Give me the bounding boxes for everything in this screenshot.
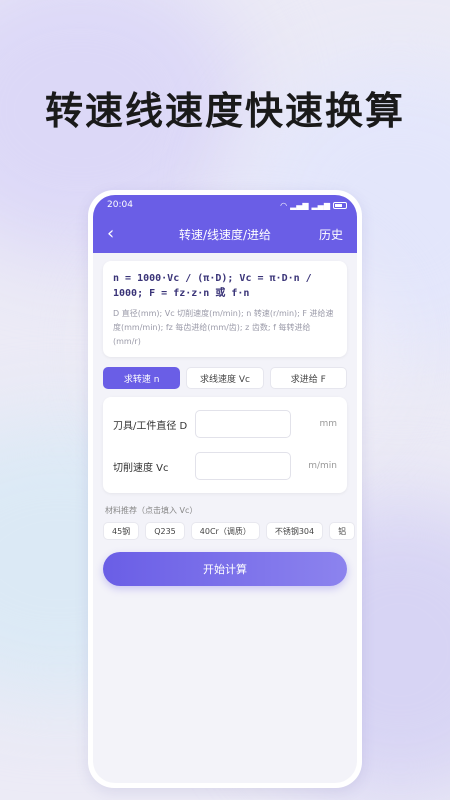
wifi-icon: ◠ [280,200,288,210]
cutting-speed-row: 切削速度 Vc m/min [113,447,337,485]
diameter-label: 刀具/工件直径 D [113,420,188,432]
formula-text: n = 1000·Vc / (π·D); Vc = π·D·n / 1000; … [113,273,312,299]
signal-icon-2: ▂▄▆ [311,200,330,210]
mode-tabs: 求转速 n 求线速度 Vc 求进给 F [103,367,347,389]
calculate-button[interactable]: 开始计算 [103,552,347,586]
battery-icon [333,201,347,209]
tab-rpm[interactable]: 求转速 n [103,367,181,389]
chevron-left-icon[interactable]: ‹ [107,225,114,243]
material-chip[interactable]: 不锈钢304 [265,522,324,540]
page-title: 转速/线速度/进给 [178,227,272,242]
material-chips: 45钢 Q235 40Cr（调质） 不锈钢304 铝 [103,522,357,540]
diameter-unit: mm [319,419,337,429]
tab-surface-speed[interactable]: 求线速度 Vc [186,367,264,389]
material-chip[interactable]: Q235 [145,522,185,540]
formula-card: n = 1000·Vc / (π·D); Vc = π·D·n / 1000; … [103,261,347,357]
formula-description: D 直径(mm); Vc 切削速度(m/min); n 转速(r/min); F… [113,309,334,346]
app-screen: 20:04 ◠ ▂▄▆ ▂▄▆ ‹ 转速/线速度/进给 历史 n = 1000·… [93,195,357,783]
cutting-speed-input[interactable] [195,452,291,480]
status-time: 20:04 [107,200,133,210]
tab-feed[interactable]: 求进给 F [269,367,347,389]
cutting-speed-unit: m/min [308,461,337,471]
material-chip[interactable]: 45钢 [103,522,140,540]
material-chip[interactable]: 铝 [329,522,356,540]
promo-headline: 转速线速度快速换算 [44,89,405,133]
input-card: 刀具/工件直径 D mm 切削速度 Vc m/min [103,397,347,493]
materials-title: 材料推荐（点击填入 Vc） [105,506,198,515]
status-bar: 20:04 ◠ ▂▄▆ ▂▄▆ [93,195,357,215]
material-chip[interactable]: 40Cr（调质） [190,522,260,540]
cutting-speed-label: 切削速度 Vc [113,462,169,474]
signal-icon: ▂▄▆ [290,200,309,210]
phone-frame: 20:04 ◠ ▂▄▆ ▂▄▆ ‹ 转速/线速度/进给 历史 n = 1000·… [88,190,362,788]
nav-bar: ‹ 转速/线速度/进给 历史 [93,215,357,253]
diameter-input[interactable] [195,410,291,438]
history-button[interactable]: 历史 [319,226,343,243]
diameter-row: 刀具/工件直径 D mm [113,405,337,443]
